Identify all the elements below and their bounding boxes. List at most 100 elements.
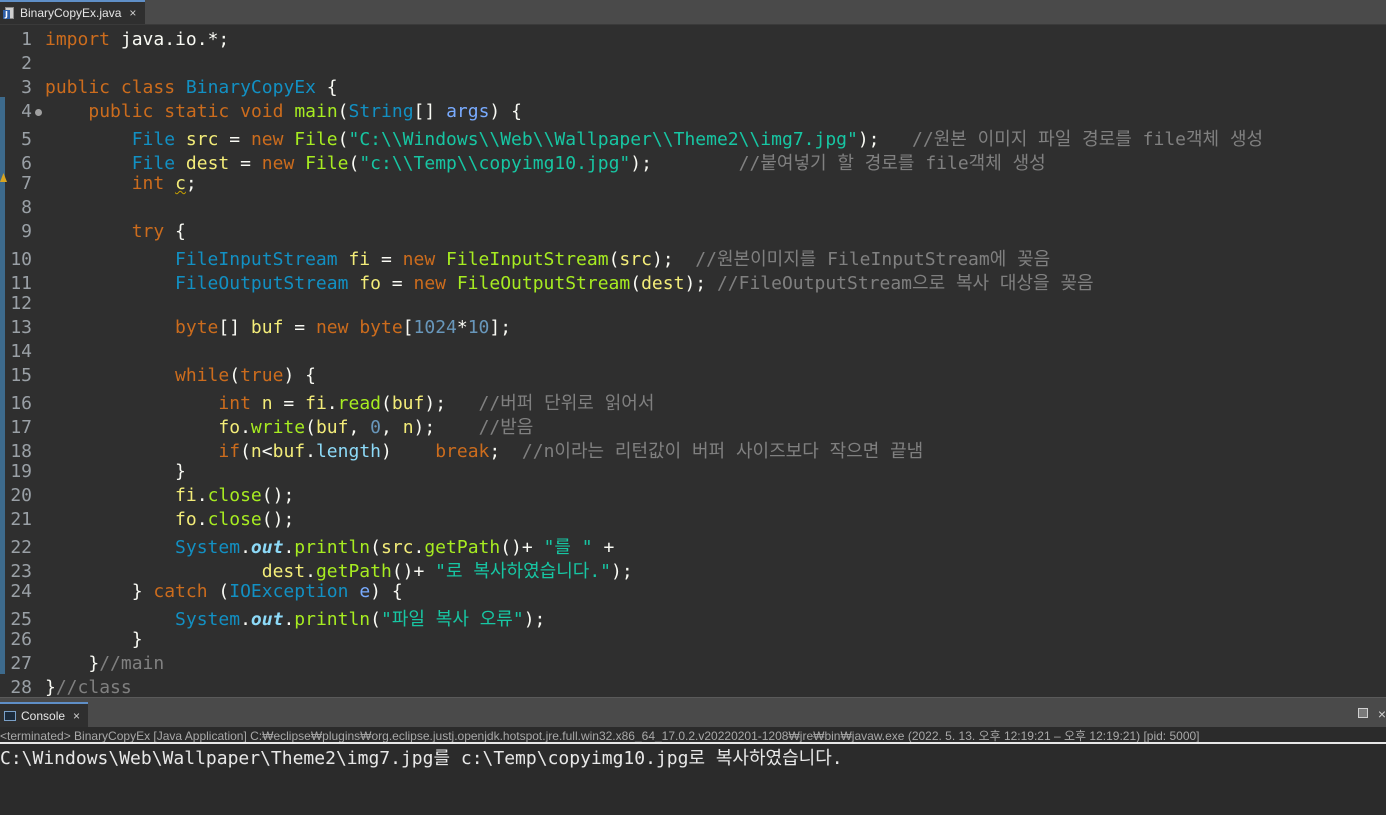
code-token: dest bbox=[185, 153, 230, 174]
fold-marker-icon[interactable] bbox=[35, 109, 42, 116]
code-token: . bbox=[240, 537, 251, 558]
code-text: fi.close(); bbox=[45, 485, 294, 506]
code-line[interactable]: 5 File src = new File("C:\\Windows\\Web\… bbox=[0, 125, 1263, 150]
code-line[interactable]: 3 public class BinaryCopyEx { bbox=[0, 77, 1263, 101]
code-line[interactable]: 20 fi.close(); bbox=[0, 485, 1263, 509]
code-line[interactable]: 7 int c; bbox=[0, 173, 1263, 197]
code-line[interactable]: 11 FileOutputStream fo = new FileOutputS… bbox=[0, 269, 1263, 294]
code-line[interactable]: 26 } bbox=[0, 629, 1263, 653]
close-icon[interactable]: × bbox=[129, 6, 136, 20]
code-text: int c; bbox=[45, 173, 197, 194]
code-token: = bbox=[218, 129, 251, 150]
code-token: System bbox=[175, 537, 241, 558]
code-line[interactable]: 24 } catch (IOException e) { bbox=[0, 581, 1263, 605]
editor-tab-binarycopyex[interactable]: J BinaryCopyEx.java × bbox=[0, 0, 145, 24]
code-token: ) { bbox=[489, 101, 522, 122]
code-token: int bbox=[218, 393, 251, 414]
code-line[interactable]: 17 fo.write(buf, 0, n); //받음 bbox=[0, 413, 1263, 438]
code-line[interactable]: 10 FileInputStream fi = new FileInputStr… bbox=[0, 245, 1263, 270]
code-text: try { bbox=[45, 221, 186, 242]
code-token: dest bbox=[261, 561, 306, 582]
code-token: byte bbox=[359, 317, 403, 338]
code-line[interactable]: 9 try { bbox=[0, 221, 1263, 245]
code-text: } catch (IOException e) { bbox=[45, 581, 403, 602]
console-tab[interactable]: Console × bbox=[0, 702, 88, 728]
code-line[interactable]: 21 fo.close(); bbox=[0, 509, 1263, 533]
code-line[interactable]: 18 if(n<buf.length) break; //n이라는 리턴값이 버… bbox=[0, 437, 1263, 462]
code-token: . bbox=[305, 441, 316, 462]
code-token: out bbox=[250, 609, 284, 630]
code-token: [] bbox=[218, 317, 251, 338]
code-line[interactable]: 15 while(true) { bbox=[0, 365, 1263, 389]
code-token: src bbox=[185, 129, 219, 150]
code-token: ( bbox=[207, 581, 230, 602]
code-token: (); bbox=[261, 485, 295, 506]
code-token: "파일 복사 오류" bbox=[380, 609, 524, 630]
code-token: read bbox=[337, 393, 381, 414]
code-token: buf bbox=[391, 393, 425, 414]
code-text: if(n<buf.length) break; //n이라는 리턴값이 버퍼 사… bbox=[45, 441, 923, 462]
code-token: public bbox=[88, 101, 154, 122]
code-token: fo bbox=[175, 509, 197, 530]
code-token: println bbox=[294, 537, 371, 558]
code-line[interactable]: 6 File dest = new File("c:\\Temp\\copyim… bbox=[0, 149, 1263, 174]
code-line[interactable]: 1 import java.io.*; bbox=[0, 29, 1263, 53]
code-text: FileOutputStream fo = new FileOutputStre… bbox=[45, 273, 1094, 294]
line-number: 17 bbox=[10, 417, 32, 438]
code-line[interactable]: 19 } bbox=[0, 461, 1263, 485]
code-token: buf bbox=[250, 317, 284, 338]
code-line[interactable]: 23 dest.getPath()+ "로 복사하였습니다."); bbox=[0, 557, 1263, 582]
code-text: File dest = new File("c:\\Temp\\copyimg1… bbox=[45, 153, 1046, 174]
line-number: 9 bbox=[21, 221, 32, 242]
code-token: buf bbox=[272, 441, 306, 462]
code-line[interactable]: 28}//class bbox=[0, 677, 1263, 697]
code-token: = bbox=[229, 153, 262, 174]
line-number: 1 bbox=[21, 29, 32, 50]
console-tab-bar: Console × × bbox=[0, 697, 1386, 728]
code-text: public static void main(String[] args) { bbox=[45, 101, 522, 122]
code-line[interactable]: 2 bbox=[0, 53, 1263, 77]
code-token: //붙여넣기 할 경로를 file객체 생성 bbox=[738, 153, 1046, 174]
maximize-icon[interactable] bbox=[1358, 708, 1368, 718]
code-token: ; bbox=[185, 173, 197, 194]
code-token: ) { bbox=[283, 365, 316, 386]
code-token: main bbox=[294, 101, 338, 122]
code-text: File src = new File("C:\\Windows\\Web\\W… bbox=[45, 129, 1263, 150]
code-editor[interactable]: 1 import java.io.*; 2 3 public class BinaryC… bbox=[0, 25, 1386, 697]
console-output[interactable]: C:\Windows\Web\Wallpaper\Theme2\img7.jpg… bbox=[0, 744, 1386, 770]
code-token: ( bbox=[370, 537, 381, 558]
code-token: File bbox=[294, 129, 338, 150]
code-token: . bbox=[283, 609, 295, 630]
code-token: //n이라는 리턴값이 버퍼 사이즈보다 작으면 끝냄 bbox=[521, 441, 924, 462]
code-line[interactable]: 14 bbox=[0, 341, 1263, 365]
line-number: 5 bbox=[21, 129, 32, 150]
code-token: . bbox=[326, 393, 338, 414]
code-line[interactable]: 12 bbox=[0, 293, 1263, 317]
minimize-icon[interactable]: × bbox=[1378, 706, 1386, 722]
code-line[interactable]: 4 public static void main(String[] args)… bbox=[0, 101, 1263, 125]
code-token: ( bbox=[305, 417, 316, 438]
code-line[interactable]: 27 }//main bbox=[0, 653, 1263, 677]
line-number: 12 bbox=[10, 293, 32, 314]
code-line[interactable]: 25 System.out.println("파일 복사 오류"); bbox=[0, 605, 1263, 630]
code-line[interactable]: 13 byte[] buf = new byte[1024*10]; bbox=[0, 317, 1263, 341]
code-line[interactable]: 22 System.out.println(src.getPath()+ "를 … bbox=[0, 533, 1263, 558]
code-token: class bbox=[120, 77, 176, 98]
close-icon[interactable]: × bbox=[73, 709, 80, 723]
code-line[interactable]: 8 bbox=[0, 197, 1263, 221]
code-line[interactable]: 16 int n = fi.read(buf); //버퍼 단위로 읽어서 bbox=[0, 389, 1263, 414]
editor-tab-label: BinaryCopyEx.java bbox=[20, 6, 122, 20]
code-text: byte[] buf = new byte[1024*10]; bbox=[45, 317, 511, 338]
